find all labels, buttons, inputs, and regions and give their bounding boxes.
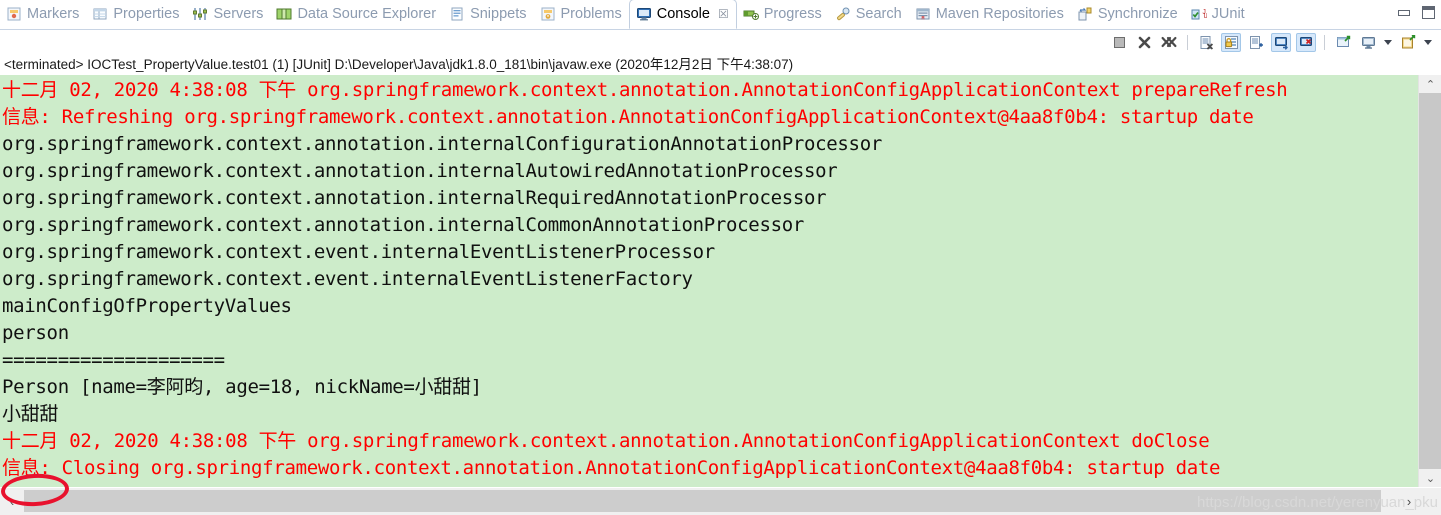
search-icon (835, 6, 851, 22)
scroll-down-icon[interactable]: ⌄ (1419, 469, 1441, 487)
tab-junit[interactable]: JU JUnit (1185, 0, 1252, 29)
console-line: 小甜甜 (2, 403, 59, 425)
console-vertical-scrollbar[interactable]: ⌃ ⌄ (1418, 75, 1441, 487)
display-selected-console-button[interactable] (1358, 33, 1378, 52)
remove-all-launches-button[interactable] (1159, 33, 1179, 52)
data-source-explorer-icon (276, 6, 292, 22)
tab-console[interactable]: Console ☒ (628, 0, 737, 29)
show-console-on-output-button[interactable] (1271, 33, 1291, 52)
console-line: ==================== (2, 349, 225, 371)
minimize-button[interactable] (1398, 9, 1410, 16)
tab-servers[interactable]: Servers (186, 0, 270, 29)
tab-label: Progress (763, 5, 822, 22)
tab-progress[interactable]: Progress (737, 0, 829, 29)
remove-launch-button[interactable] (1134, 33, 1154, 52)
launch-info-line: <terminated> IOCTest_PropertyValue.test0… (0, 54, 1441, 75)
show-console-on-error-button[interactable] (1296, 33, 1316, 52)
tab-label: JUnit (1211, 5, 1245, 22)
console-line: person (2, 322, 69, 344)
tab-label: Servers (213, 5, 264, 22)
tab-label: Console (656, 5, 710, 22)
console-line: org.springframework.context.annotation.i… (2, 187, 827, 209)
console-line: org.springframework.context.annotation.i… (2, 133, 882, 155)
tab-maven-repositories[interactable]: M Maven Repositories (909, 0, 1071, 29)
maximize-button[interactable] (1422, 6, 1435, 19)
console-output[interactable]: 十二月 02, 2020 4:38:08 下午 org.springframew… (0, 75, 1418, 487)
tab-search[interactable]: Search (829, 0, 909, 29)
scroll-right-icon[interactable]: › (1399, 490, 1419, 512)
tab-label: Data Source Explorer (297, 5, 437, 22)
open-console-dropdown-icon[interactable] (1423, 34, 1433, 52)
terminate-button[interactable] (1109, 33, 1129, 52)
console-area: 十二月 02, 2020 4:38:08 下午 org.springframew… (0, 75, 1441, 508)
tab-label: Maven Repositories (935, 5, 1064, 22)
snippets-icon (449, 6, 465, 22)
console-line: org.springframework.context.event.intern… (2, 268, 693, 290)
tab-properties[interactable]: Properties (86, 0, 186, 29)
console-line: 信息: Closing org.springframework.context.… (2, 457, 1221, 479)
toolbar-separator (1324, 35, 1325, 50)
tab-label: Snippets (470, 5, 527, 22)
close-icon[interactable]: ☒ (718, 8, 729, 20)
synchronize-icon (1077, 6, 1093, 22)
tab-data-source-explorer[interactable]: Data Source Explorer (270, 0, 443, 29)
console-line: org.springframework.context.event.intern… (2, 241, 715, 263)
properties-icon (92, 6, 108, 22)
scroll-up-icon[interactable]: ⌃ (1419, 75, 1441, 93)
console-line: Person [name=李阿昀, age=18, nickName=小甜甜] (2, 376, 482, 398)
servers-icon (192, 6, 208, 22)
console-line: org.springframework.context.annotation.i… (2, 214, 805, 236)
console-line: mainConfigOfPropertyValues (2, 295, 292, 317)
tab-problems[interactable]: Problems (534, 0, 629, 29)
progress-icon (743, 6, 759, 22)
console-horizontal-scrollbar[interactable]: ‹ › (0, 487, 1441, 515)
console-icon (636, 6, 652, 22)
vertical-scroll-thumb[interactable] (1419, 93, 1441, 233)
scroll-lock-button[interactable] (1221, 33, 1241, 52)
tab-label: Synchronize (1097, 5, 1178, 22)
tab-synchronize[interactable]: Synchronize (1071, 0, 1185, 29)
problems-icon (540, 6, 556, 22)
console-line: 十二月 02, 2020 4:38:08 下午 org.springframew… (2, 430, 1210, 452)
word-wrap-button[interactable] (1246, 33, 1266, 52)
tab-label: Markers (27, 5, 80, 22)
display-selected-console-dropdown-icon[interactable] (1383, 34, 1393, 52)
tab-label: Problems (560, 5, 622, 22)
tab-snippets[interactable]: Snippets (443, 0, 533, 29)
junit-icon: JU (1191, 6, 1207, 22)
svg-text:M: M (921, 16, 924, 22)
console-line: org.springframework.context.annotation.i… (2, 160, 838, 182)
pin-console-button[interactable] (1333, 33, 1353, 52)
view-tab-bar: Markers Properties Servers Data Source E… (0, 0, 1441, 30)
tab-label: Search (855, 5, 902, 22)
markers-icon (6, 6, 22, 22)
open-console-button[interactable] (1398, 33, 1418, 52)
tab-markers[interactable]: Markers (0, 0, 86, 29)
horizontal-scroll-thumb[interactable] (24, 490, 1381, 512)
window-controls (1398, 6, 1435, 19)
console-line: 信息: Refreshing org.springframework.conte… (2, 106, 1254, 128)
console-toolbar (0, 31, 1441, 54)
clear-console-button[interactable] (1196, 33, 1216, 52)
toolbar-separator (1187, 35, 1188, 50)
svg-text:U: U (1203, 13, 1207, 21)
console-line: 十二月 02, 2020 4:38:08 下午 org.springframew… (2, 79, 1288, 101)
tab-label: Properties (113, 5, 180, 22)
maven-repositories-icon: M (915, 6, 931, 22)
